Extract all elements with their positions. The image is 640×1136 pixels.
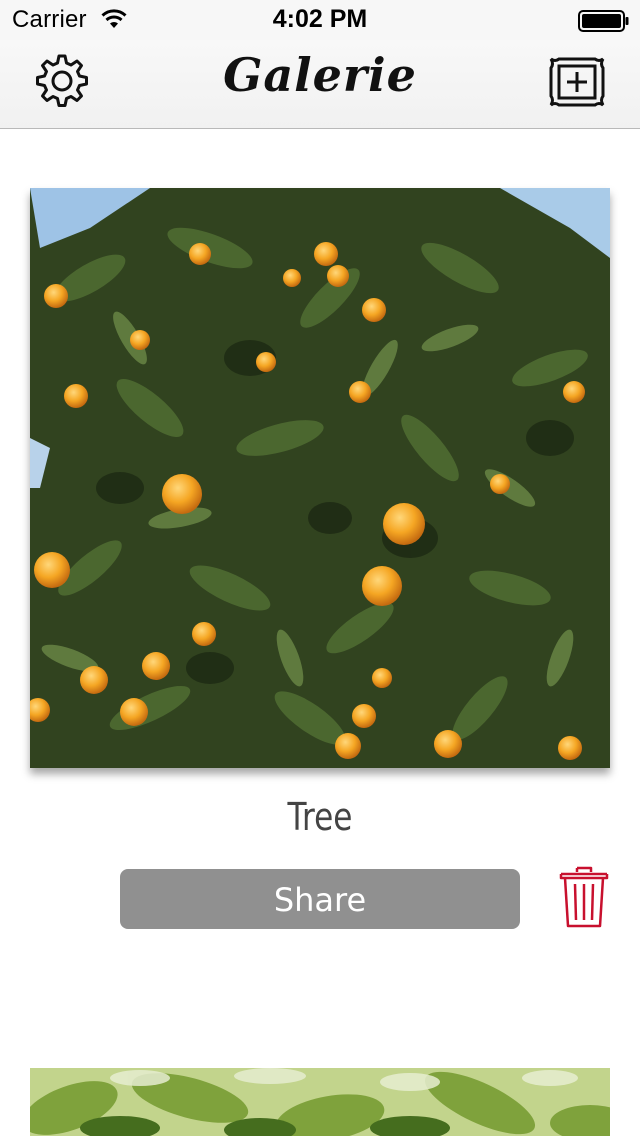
add-picture-frame-icon: [549, 57, 605, 107]
navigation-bar: Galerie: [0, 40, 640, 129]
photo-caption: Tree: [287, 795, 353, 839]
share-button[interactable]: Share: [120, 869, 520, 929]
delete-button[interactable]: [558, 864, 610, 930]
orange-tree-photo: [30, 188, 610, 768]
green-leaves-photo: [30, 1068, 610, 1136]
gallery-photo-2[interactable]: [30, 1068, 610, 1136]
battery-icon: [578, 10, 629, 32]
status-bar: Carrier 4:02 PM: [0, 0, 640, 40]
status-time: 4:02 PM: [272, 5, 368, 33]
trash-icon: [559, 866, 609, 928]
gallery-photo[interactable]: [30, 188, 610, 768]
app-title: Galerie: [223, 48, 417, 102]
add-picture-button[interactable]: [545, 50, 609, 114]
